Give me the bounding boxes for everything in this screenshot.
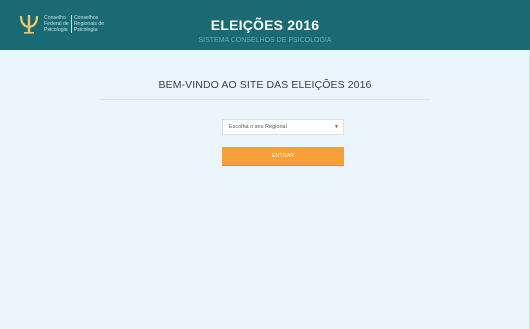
- divider: [100, 99, 430, 100]
- header: Conselho Federal de Psicologia Conselhos…: [0, 0, 530, 50]
- caret-down-icon: ▼: [334, 124, 339, 130]
- page-subtitle: SISTEMA CONSELHOS DE PSICOLOGIA: [198, 37, 332, 44]
- regional-select-value: Escolha o seu Regional: [229, 124, 287, 130]
- page-title: ELEIÇÕES 2016: [210, 17, 320, 33]
- regional-select[interactable]: Escolha o seu Regional ▼: [222, 119, 344, 135]
- welcome-heading: BEM-VINDO AO SITE DAS ELEIÇÕES 2016: [158, 79, 372, 91]
- enter-button[interactable]: ENTRAR: [222, 147, 344, 166]
